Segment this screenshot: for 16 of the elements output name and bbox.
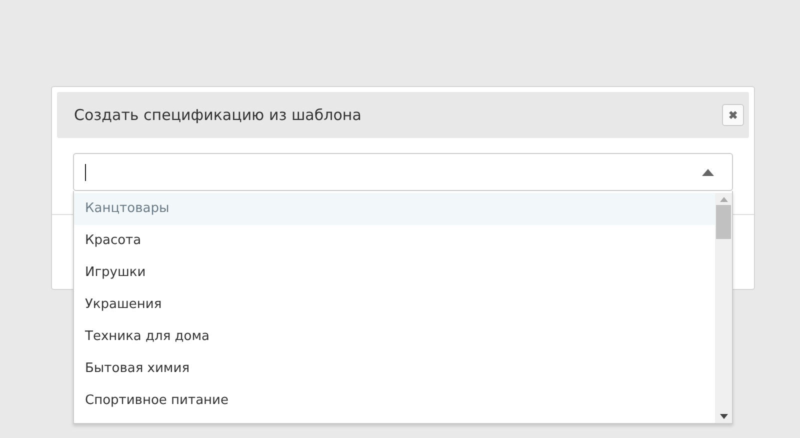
- scrollbar[interactable]: [715, 193, 732, 423]
- caret-up-icon: [702, 168, 714, 176]
- combobox-field[interactable]: [73, 153, 733, 191]
- close-button[interactable]: ✖: [722, 104, 744, 126]
- text-cursor: [85, 164, 86, 180]
- dropdown-option[interactable]: Спортивное питание: [74, 385, 715, 417]
- scroll-down-icon[interactable]: [720, 414, 728, 419]
- scrollbar-thumb[interactable]: [716, 205, 731, 239]
- dropdown-option[interactable]: Украшения: [74, 289, 715, 321]
- dropdown-option[interactable]: Красота: [74, 225, 715, 257]
- dropdown-option[interactable]: Техника для дома: [74, 321, 715, 353]
- dropdown-option[interactable]: Игрушки: [74, 257, 715, 289]
- dropdown-option[interactable]: Бытовая химия: [74, 353, 715, 385]
- dropdown-option[interactable]: Канцтовары: [74, 193, 715, 225]
- dialog-title: Создать спецификацию из шаблона: [74, 106, 362, 124]
- scroll-up-icon[interactable]: [720, 197, 728, 202]
